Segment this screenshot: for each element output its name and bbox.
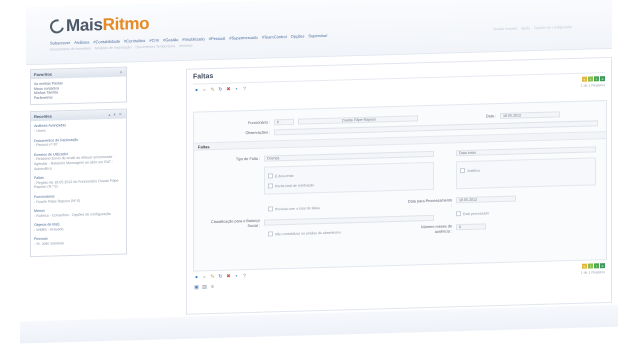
funcionario-name-field[interactable]: Duarte Filipe Raposo xyxy=(298,115,418,125)
data-inicio-field[interactable]: Data Início xyxy=(456,146,596,157)
recent-panel: Recentes ▴ ▾ ✕ Análises Avançadas - User… xyxy=(30,108,127,257)
session-link[interactable]: Sessão iniciada xyxy=(493,27,518,32)
save-icon[interactable]: ▪ xyxy=(234,273,239,279)
extra-toolbar: ▣ ▤ ≡ xyxy=(194,284,215,291)
main-content: Faltas ● ⌕ ✎ ↻ ✖ ▪ ? « ‹ › » 1 de 1 Regi… xyxy=(186,56,612,315)
save-icon[interactable]: ▪ xyxy=(234,86,239,92)
recent-item[interactable]: Faltas - Registo de 18.05.2012 do Funcio… xyxy=(34,174,123,190)
recent-item[interactable]: Funcionários - Duarte Filipe Raposo (Nº … xyxy=(34,192,123,204)
bottom-toolbar: ● ⌕ ✎ ↻ ✖ ▪ ? xyxy=(194,273,247,280)
delete-icon[interactable]: ✖ xyxy=(226,274,231,280)
app-logo[interactable]: MaisRitmo xyxy=(47,14,149,37)
menu-item[interactable]: Supervisor xyxy=(308,33,327,39)
prev-record-icon[interactable]: ‹ xyxy=(588,263,593,269)
funcionario-number-field[interactable]: 6 xyxy=(274,118,294,126)
panel-controls-icon[interactable]: ▴ ▾ ✕ xyxy=(108,112,123,117)
falta-options xyxy=(264,161,434,195)
classificacao-label: Classificação para o Balanço Social : xyxy=(211,218,260,229)
panel-collapse-icon[interactable]: ▾ xyxy=(120,70,123,75)
user-links: Sessão iniciada Ajuda Opções de configur… xyxy=(493,25,572,31)
favorites-panel: Favoritos ▾ As minhas Pastas Meus contac… xyxy=(30,66,127,106)
data-label: Data : xyxy=(485,114,496,119)
recent-item[interactable]: Menus - Rubrica - Conselhos - Opções de … xyxy=(34,207,123,219)
data-processamento-label: Data para Processamento : xyxy=(407,198,452,208)
recent-item[interactable]: Pessoas - Sr. João Santana xyxy=(34,235,123,247)
menu-item[interactable]: Opções xyxy=(291,33,305,38)
record-count: 1 de 1 Registos xyxy=(580,83,605,88)
numero-meses-field[interactable]: 0 xyxy=(456,223,486,231)
observacoes-label: Observações : xyxy=(245,130,270,136)
title-divider xyxy=(193,72,605,85)
funcionario-label: Funcionário : xyxy=(248,120,270,126)
top-toolbar: ● ⌕ ✎ ↻ ✖ ▪ ? xyxy=(194,86,247,93)
tipo-falta-field[interactable]: Doença xyxy=(264,150,434,162)
prev-record-icon[interactable]: ‹ xyxy=(588,76,593,82)
last-record-icon[interactable]: » xyxy=(600,263,605,269)
classificacao-field[interactable] xyxy=(264,214,434,226)
next-record-icon[interactable]: › xyxy=(594,76,599,82)
recent-item[interactable]: Análises Avançadas - Users xyxy=(34,122,123,134)
menu-item[interactable]: #TeamControl xyxy=(262,34,287,40)
record-nav: « ‹ › » xyxy=(582,76,605,82)
search-icon[interactable]: ⌕ xyxy=(202,87,207,93)
menu-item[interactable]: #Crm xyxy=(149,38,159,43)
next-record-icon[interactable]: › xyxy=(594,263,599,269)
search-icon[interactable]: ⌕ xyxy=(202,274,207,280)
first-record-icon[interactable]: « xyxy=(582,76,587,82)
menu-item[interactable]: #Pessoal xyxy=(209,36,225,41)
record-nav-bottom: « ‹ › » xyxy=(582,263,605,269)
new-record-icon[interactable]: ● xyxy=(194,87,199,93)
menu-item[interactable]: Subscrever xyxy=(50,40,70,46)
submenu-item[interactable]: Documentos de Inventário xyxy=(50,46,91,51)
help-link[interactable]: Ajuda xyxy=(521,26,530,30)
app-header: MaisRitmo Subscrever Análises #Contabili… xyxy=(26,0,612,66)
contabilizar-checkbox[interactable]: Não contabilizar na análise de absentism… xyxy=(268,229,341,237)
menu-item[interactable]: #Imobilizado xyxy=(182,36,204,42)
submenu-item[interactable]: Documentos Temporários xyxy=(135,44,175,49)
delete-icon[interactable]: ✖ xyxy=(226,87,231,93)
faltas-section-title: Faltas xyxy=(198,144,210,150)
menu-item[interactable]: #Gestão xyxy=(163,37,178,42)
record-count-bottom: 1 de 1 Registos xyxy=(580,270,605,275)
prevista-checkbox[interactable]: Prevista com o total de faltas xyxy=(268,205,320,212)
settings-link[interactable]: Opções de configuração xyxy=(534,25,572,30)
recent-item[interactable]: Documentos de Facturação - Factura nº 87 xyxy=(34,136,123,148)
help-icon[interactable]: ? xyxy=(242,86,247,92)
logo-mark-icon xyxy=(47,16,67,37)
submenu-item[interactable]: Modelos xyxy=(179,44,192,48)
last-record-icon[interactable]: » xyxy=(600,76,605,82)
edit-icon[interactable]: ✎ xyxy=(210,87,215,93)
help-icon[interactable]: ? xyxy=(242,273,247,279)
screen: MaisRitmo Subscrever Análises #Contabili… xyxy=(0,0,619,354)
refresh-icon[interactable]: ↻ xyxy=(218,274,223,280)
export-icon[interactable]: ▤ xyxy=(202,284,207,290)
falta-form: Funcionário : 6 Duarte Filipe Raposo Dat… xyxy=(193,100,607,272)
sidebar: Favoritos ▾ As minhas Pastas Meus contac… xyxy=(30,66,127,262)
justifica-checkbox[interactable]: Justifica xyxy=(460,168,480,174)
print-icon[interactable]: ▣ xyxy=(194,284,199,290)
processado-checkbox[interactable]: Está processado xyxy=(456,210,489,217)
refresh-icon[interactable]: ↻ xyxy=(218,87,223,93)
tipo-falta-label: Tipo de Falta : xyxy=(235,156,260,162)
recent-item[interactable]: Objetos de BizE - WEBS - Activado xyxy=(34,221,123,233)
data-field[interactable]: 18.05.2012 xyxy=(500,111,560,120)
submenu-item[interactable]: Modelos de Importação xyxy=(95,45,132,50)
menu-item[interactable]: #Controlitus xyxy=(124,38,145,44)
menu-item[interactable]: #Supermercado xyxy=(229,35,257,41)
first-record-icon[interactable]: « xyxy=(582,263,587,269)
menu-item[interactable]: #Contabilidade xyxy=(93,39,120,45)
page-title: Faltas xyxy=(193,73,214,81)
data-processamento-field[interactable]: 18.05.2012 xyxy=(456,195,516,204)
numero-meses-label: Número meses de ausência : xyxy=(420,224,452,234)
new-record-icon[interactable]: ● xyxy=(194,274,199,280)
list-icon[interactable]: ≡ xyxy=(210,284,215,290)
justifica-options xyxy=(456,157,596,190)
menu-item[interactable]: Análises xyxy=(74,40,89,45)
edit-icon[interactable]: ✎ xyxy=(210,274,215,280)
descontar-checkbox[interactable]: É descontar xyxy=(268,173,294,179)
recent-item[interactable]: Eventos de Utilizador - Relatório Envio … xyxy=(34,150,123,171)
